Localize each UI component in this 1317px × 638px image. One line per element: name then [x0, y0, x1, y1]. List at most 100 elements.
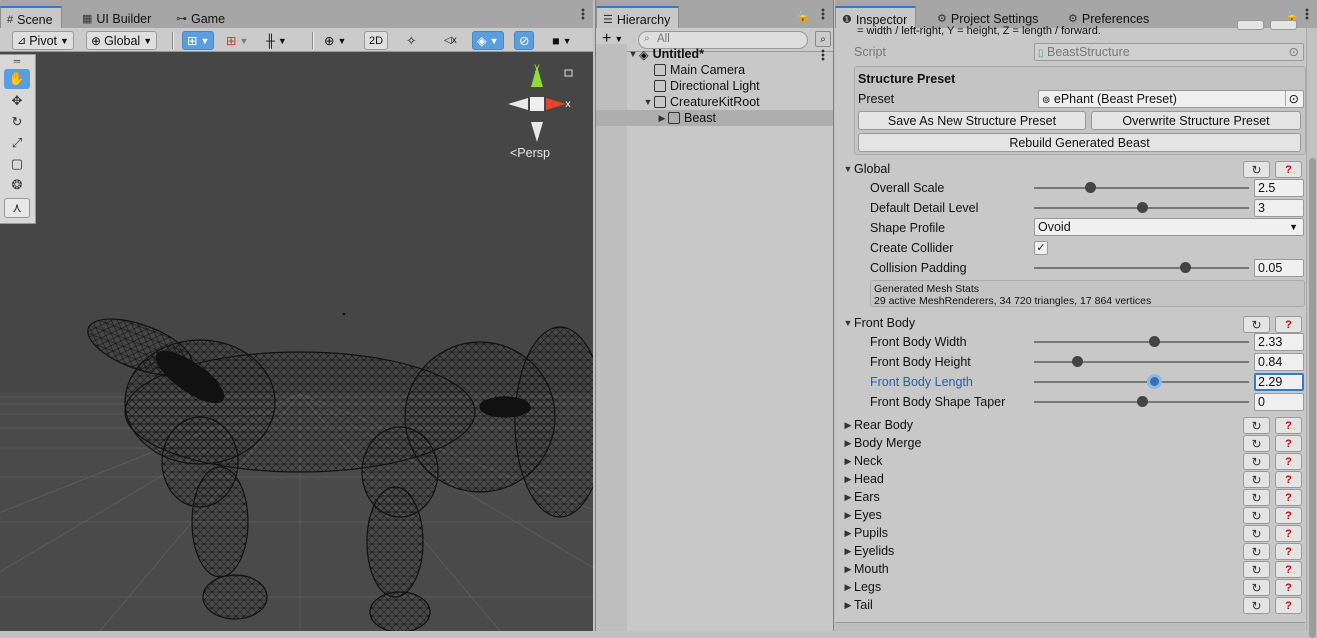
- slider-knob[interactable]: [1149, 336, 1161, 347]
- scene-menu-icon[interactable]: [581, 8, 585, 20]
- front-body-height-slider[interactable]: [1034, 356, 1249, 367]
- reset-button[interactable]: ↻: [1243, 561, 1270, 578]
- inspector-scrollbar[interactable]: [1306, 28, 1317, 638]
- hierarchy-item-untitled[interactable]: ▼ ◈ Untitled*: [596, 46, 833, 62]
- front-body-length-slider[interactable]: [1034, 374, 1249, 389]
- foldout-rear-body[interactable]: ▶ Rear Body: [842, 416, 1307, 434]
- inspector-menu-icon[interactable]: [1305, 8, 1309, 20]
- save-preset-button[interactable]: Save As New Structure Preset: [858, 111, 1086, 130]
- overwrite-preset-button[interactable]: Overwrite Structure Preset: [1091, 111, 1301, 130]
- audio-toggle[interactable]: ◁x: [444, 31, 457, 50]
- scale-tool-icon[interactable]: ⤢: [4, 133, 30, 153]
- collision-padding-field[interactable]: 0.05: [1254, 259, 1304, 277]
- draw-mode-dropdown[interactable]: ⊕ ▼: [324, 31, 346, 50]
- move-tool-icon[interactable]: ✥: [4, 91, 30, 111]
- hierarchy-item-directional-light[interactable]: Directional Light: [596, 78, 833, 94]
- help-button[interactable]: ?: [1275, 161, 1302, 178]
- help-button[interactable]: ?: [1275, 471, 1302, 488]
- front-body-width-slider[interactable]: [1034, 336, 1249, 347]
- reset-button[interactable]: ↻: [1243, 579, 1270, 596]
- help-button[interactable]: ?: [1275, 597, 1302, 614]
- foldout-tail[interactable]: ▶ Tail: [842, 596, 1307, 614]
- foldout-body-merge[interactable]: ▶ Body Merge: [842, 434, 1307, 452]
- script-field[interactable]: ▯ BeastStructure ⊙: [1034, 43, 1304, 61]
- tab-hierarchy[interactable]: ☰ Hierarchy: [596, 6, 680, 28]
- help-button[interactable]: ?: [1275, 417, 1302, 434]
- create-collider-checkbox[interactable]: ✓: [1034, 241, 1048, 255]
- foldout-ears[interactable]: ▶ Ears: [842, 488, 1307, 506]
- foldout-eyelids[interactable]: ▶ Eyelids: [842, 542, 1307, 560]
- help-button[interactable]: ?: [1275, 316, 1302, 333]
- help-button[interactable]: ?: [1275, 435, 1302, 452]
- target-icon[interactable]: ⊙: [1289, 44, 1299, 59]
- help-button[interactable]: ?: [1275, 561, 1302, 578]
- pivot-dropdown[interactable]: ⊿ Pivot ▼: [12, 31, 74, 50]
- hierarchy-item-main-camera[interactable]: Main Camera: [596, 62, 833, 78]
- scrollbar-thumb[interactable]: [1309, 158, 1316, 638]
- overall-scale-field[interactable]: 2.5: [1254, 179, 1304, 197]
- front-body-taper-field[interactable]: 0: [1254, 393, 1304, 411]
- hand-tool-icon[interactable]: ✋: [4, 69, 30, 89]
- global-dropdown[interactable]: ⊕ Global ▼: [86, 31, 158, 50]
- slider-knob[interactable]: [1136, 396, 1148, 407]
- slider-knob[interactable]: [1084, 182, 1096, 193]
- header-button[interactable]: [1270, 20, 1297, 30]
- foldout-mouth[interactable]: ▶ Mouth: [842, 560, 1307, 578]
- hierarchy-menu-icon[interactable]: [821, 8, 825, 20]
- help-button[interactable]: ?: [1275, 507, 1302, 524]
- hierarchy-item-creaturekitroot[interactable]: ▼ CreatureKitRoot: [596, 94, 833, 110]
- rebuild-beast-button[interactable]: Rebuild Generated Beast: [858, 133, 1301, 152]
- slider-knob[interactable]: [1072, 356, 1083, 367]
- slider-knob-active[interactable]: [1147, 374, 1163, 389]
- grid-snap-toggle[interactable]: ⊞ ▼: [182, 31, 215, 50]
- persp-label[interactable]: <Persp: [510, 146, 550, 160]
- overall-scale-slider[interactable]: [1034, 182, 1249, 193]
- help-button[interactable]: ?: [1275, 525, 1302, 542]
- ruler-toggle[interactable]: ╫ ▼: [266, 31, 287, 50]
- front-body-taper-slider[interactable]: [1034, 396, 1249, 407]
- foldout-pupils[interactable]: ▶ Pupils: [842, 524, 1307, 542]
- tab-ui-builder[interactable]: ▦ UI Builder: [76, 6, 159, 28]
- reset-button[interactable]: ↻: [1243, 489, 1270, 506]
- reset-button[interactable]: ↻: [1243, 417, 1270, 434]
- scene-options-icon[interactable]: [821, 49, 825, 61]
- foldout-neck[interactable]: ▶ Neck: [842, 452, 1307, 470]
- foldout-head[interactable]: ▶ Head: [842, 470, 1307, 488]
- lock-icon[interactable]: 🔓: [796, 7, 810, 26]
- detail-level-field[interactable]: 3: [1254, 199, 1304, 217]
- slider-knob[interactable]: [1136, 202, 1148, 213]
- help-button[interactable]: ?: [1275, 543, 1302, 560]
- rect-tool-icon[interactable]: ▢: [4, 154, 30, 174]
- foldout-eyes[interactable]: ▶ Eyes: [842, 506, 1307, 524]
- reset-button[interactable]: ↻: [1243, 471, 1270, 488]
- reset-button[interactable]: ↻: [1243, 453, 1270, 470]
- drag-handle-icon[interactable]: ═: [4, 56, 30, 66]
- expand-arrow-icon[interactable]: ▼: [642, 97, 654, 107]
- custom-tool-icon[interactable]: ⋏: [4, 198, 30, 218]
- rotate-tool-icon[interactable]: ↻: [4, 112, 30, 132]
- reset-button[interactable]: ↻: [1243, 597, 1270, 614]
- tab-game[interactable]: ⊶ Game: [170, 6, 233, 28]
- reset-button[interactable]: ↻: [1243, 161, 1270, 178]
- foldout-front-body[interactable]: ▼ Front Body: [842, 314, 1307, 332]
- reset-button[interactable]: ↻: [1243, 543, 1270, 560]
- detail-level-slider[interactable]: [1034, 202, 1249, 213]
- scene-viewport[interactable]: y x: [0, 52, 593, 631]
- increment-snap-toggle[interactable]: ⊞ ▼: [226, 31, 248, 50]
- visibility-toggle[interactable]: ⊘: [514, 31, 535, 50]
- shape-profile-dropdown[interactable]: Ovoid ▼: [1034, 218, 1304, 236]
- header-button[interactable]: [1237, 20, 1264, 30]
- 2d-toggle[interactable]: 2D: [364, 31, 389, 50]
- reset-button[interactable]: ↻: [1243, 316, 1270, 333]
- reset-button[interactable]: ↻: [1243, 525, 1270, 542]
- collision-padding-slider[interactable]: [1034, 262, 1249, 273]
- tab-scene[interactable]: # Scene: [0, 6, 62, 28]
- slider-knob[interactable]: [1179, 262, 1191, 273]
- expand-arrow-icon[interactable]: ▼: [627, 49, 639, 59]
- lighting-toggle[interactable]: ✧: [406, 31, 416, 50]
- help-button[interactable]: ?: [1275, 489, 1302, 506]
- transform-tool-icon[interactable]: ❂: [4, 175, 30, 195]
- foldout-global[interactable]: ▼ Global: [842, 160, 1307, 178]
- search-filter-icon[interactable]: ⌕: [815, 31, 831, 47]
- effects-toggle[interactable]: ◈ ▼: [472, 31, 504, 50]
